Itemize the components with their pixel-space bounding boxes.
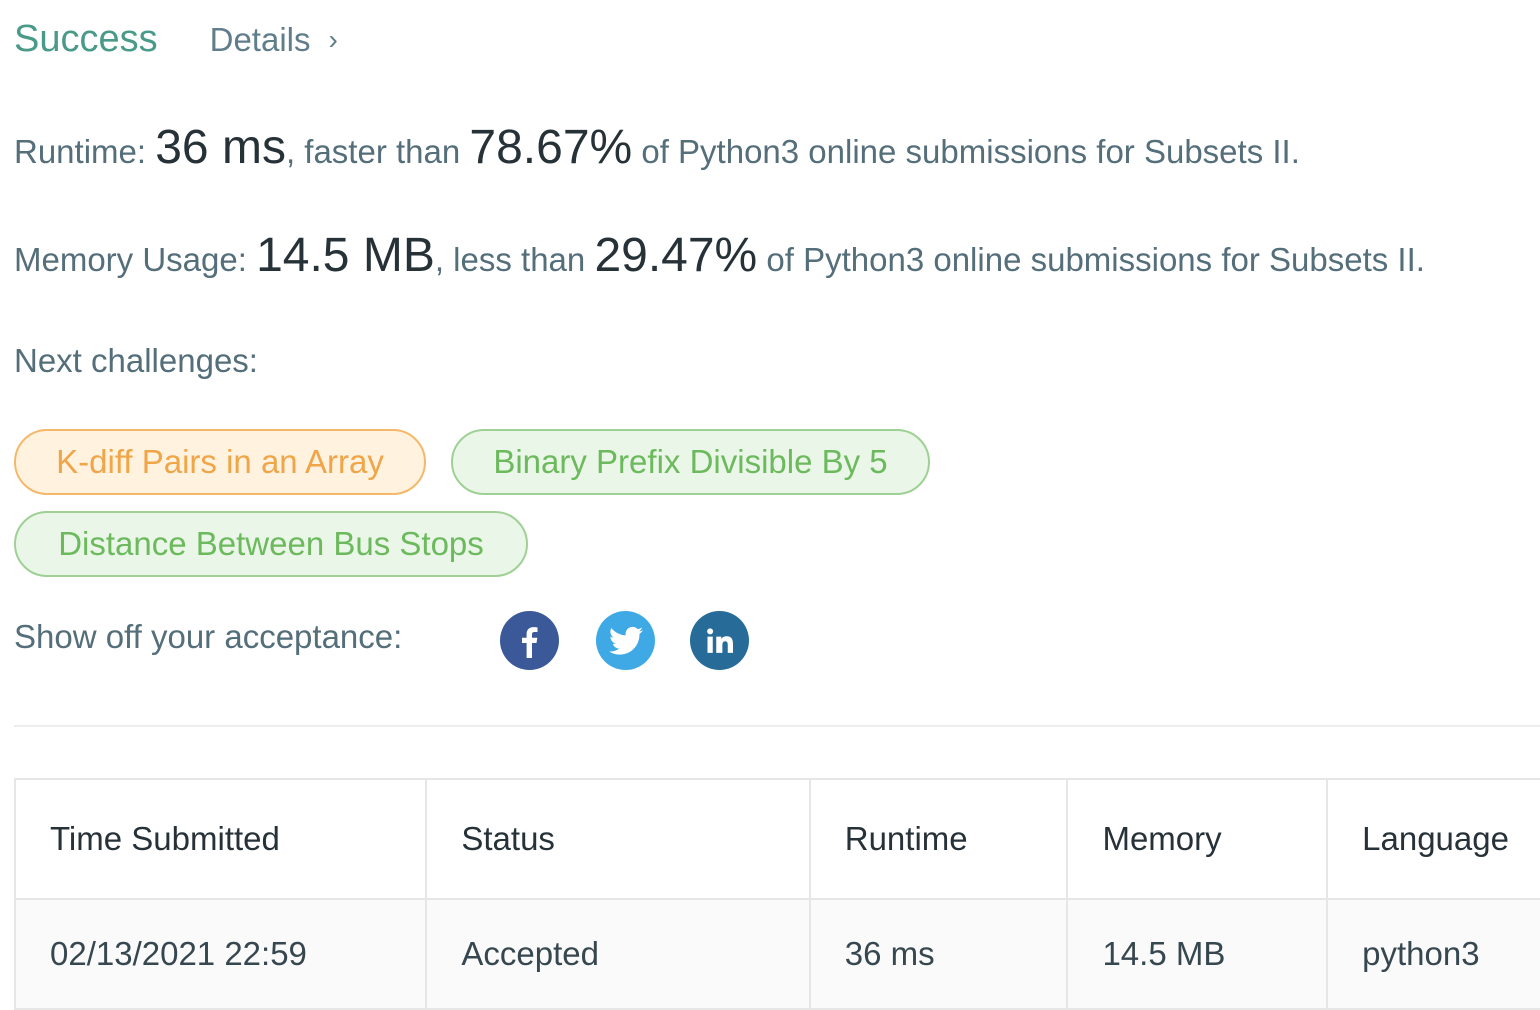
success-status: Success — [14, 18, 158, 60]
table-row[interactable]: 02/13/2021 22:59 Accepted 36 ms 14.5 MB … — [13, 898, 1540, 1010]
column-header-memory[interactable]: Memory — [1066, 778, 1329, 900]
section-divider — [14, 725, 1540, 727]
runtime-value: 36 ms — [155, 121, 286, 174]
chevron-right-icon[interactable]: › — [329, 24, 338, 56]
memory-value: 14.5 MB — [256, 229, 435, 282]
memory-summary: Memory Usage: 14.5 MB, less than 29.47% … — [14, 228, 1425, 283]
details-label[interactable]: Details — [210, 21, 311, 59]
challenge-tag-binary-prefix[interactable]: Binary Prefix Divisible By 5 — [451, 429, 930, 495]
next-challenges-label: Next challenges: — [14, 342, 258, 379]
cell-runtime: 36 ms — [808, 898, 1069, 1010]
table-header-row: Time Submitted Status Runtime Memory Lan… — [13, 778, 1540, 900]
column-header-runtime[interactable]: Runtime — [808, 778, 1069, 900]
column-header-status[interactable]: Status — [425, 778, 811, 900]
share-label: Show off your acceptance: — [14, 618, 403, 655]
memory-label: Memory Usage: — [14, 241, 247, 278]
result-header: Success Details › — [14, 18, 338, 61]
linkedin-icon[interactable] — [690, 611, 749, 670]
column-header-time-submitted[interactable]: Time Submitted — [13, 778, 428, 900]
memory-comparison: , less than — [434, 241, 595, 278]
column-header-language[interactable]: Language — [1326, 778, 1540, 900]
runtime-suffix: of Python3 online submissions for Subset… — [632, 133, 1300, 170]
details-link[interactable]: Details › — [210, 21, 338, 59]
twitter-icon[interactable] — [596, 611, 655, 670]
memory-suffix: of Python3 online submissions for Subset… — [757, 241, 1425, 278]
runtime-percent: 78.67% — [469, 121, 633, 174]
cell-memory: 14.5 MB — [1066, 898, 1329, 1010]
facebook-icon[interactable] — [500, 611, 559, 670]
challenge-tag-bus-stops[interactable]: Distance Between Bus Stops — [14, 511, 528, 577]
memory-percent: 29.47% — [594, 229, 758, 282]
cell-language: python3 — [1326, 898, 1540, 1010]
submissions-table: Time Submitted Status Runtime Memory Lan… — [13, 778, 1540, 1010]
runtime-comparison: , faster than — [285, 133, 470, 170]
challenge-tag-k-diff-pairs[interactable]: K-diff Pairs in an Array — [14, 429, 426, 495]
cell-status-link[interactable]: Accepted — [425, 898, 811, 1010]
cell-time-submitted: 02/13/2021 22:59 — [13, 898, 428, 1010]
runtime-summary: Runtime: 36 ms, faster than 78.67% of Py… — [14, 120, 1300, 175]
runtime-label: Runtime: — [14, 133, 147, 170]
